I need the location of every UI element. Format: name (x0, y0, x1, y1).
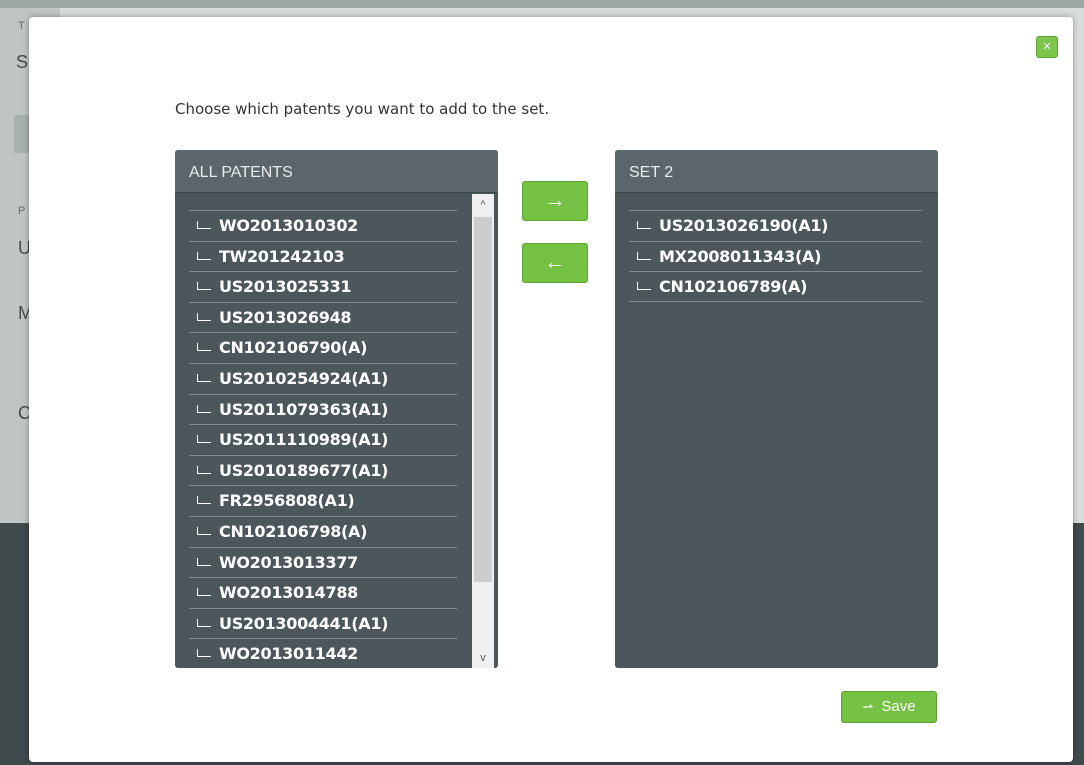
list-item-label: CN102106798(A) (219, 521, 368, 541)
background-letter: P (18, 205, 26, 217)
arrow-right-icon: → (544, 187, 566, 212)
remove-from-set-button[interactable]: ← (522, 243, 588, 283)
list-item-label: CN102106789(A) (659, 277, 808, 297)
list-item-label: US2011110989(A1) (219, 430, 389, 450)
list-item-label: US2013026948 (219, 307, 352, 327)
add-to-set-button[interactable]: → (522, 181, 588, 221)
save-button[interactable]: ⇀ Save (841, 691, 937, 723)
list-item-label: US2013004441(A1) (219, 613, 389, 633)
list-item-label: US2013025331 (219, 277, 352, 297)
list-item-label: WO2013013377 (219, 552, 358, 572)
item-handle-icon (197, 373, 211, 382)
list-item[interactable]: TW201242103 (189, 240, 457, 272)
list-item[interactable]: FR2956808(A1) (189, 485, 457, 516)
list-item-label: US2010189677(A1) (219, 460, 389, 480)
list-item[interactable]: US2013026190(A1) (629, 210, 922, 241)
all-patents-header: ALL PATENTS (175, 150, 498, 193)
item-handle-icon (197, 343, 211, 352)
list-item-label: US2010254924(A1) (219, 368, 389, 388)
background-top-strip (0, 0, 1084, 8)
arrow-left-icon: ← (544, 249, 566, 274)
item-handle-icon (197, 282, 211, 291)
list-item-label: WO2013011442 (219, 644, 358, 664)
list-item[interactable]: WO2013013377 (189, 546, 457, 578)
item-handle-icon (197, 526, 211, 535)
list-item-label: US2011079363(A1) (219, 399, 389, 419)
close-icon: × (1042, 38, 1052, 55)
list-item-label: US2013026190(A1) (659, 216, 829, 235)
save-icon: ⇀ (862, 699, 874, 714)
item-handle-icon (197, 557, 211, 566)
item-handle-icon (197, 465, 211, 474)
scroll-down-icon[interactable]: v (472, 648, 494, 668)
list-item[interactable]: WO2013010302 (189, 210, 457, 241)
item-handle-icon (197, 221, 211, 229)
background-letter: T (18, 20, 25, 32)
list-item-label: FR2956808(A1) (219, 491, 355, 511)
list-item[interactable]: US2010254924(A1) (189, 362, 457, 394)
item-handle-icon (637, 251, 651, 260)
list-item[interactable]: CN102106790(A) (189, 332, 457, 363)
set-list: SET 2 US2013026190(A1) MX2008011343(A) CN1… (615, 150, 938, 668)
list-item[interactable]: WO2013014788 (189, 577, 457, 608)
list-item-label: MX2008011343(A) (659, 246, 822, 266)
item-handle-icon (197, 251, 211, 260)
list-item-label: CN102106790(A) (219, 338, 368, 358)
list-item-label: TW201242103 (219, 246, 345, 266)
item-handle-icon (197, 435, 211, 444)
list-item-label: WO2013010302 (219, 216, 358, 235)
set-header: SET 2 (615, 150, 938, 193)
all-patents-list: ALL PATENTS WO2013010302 TW201242103 US201… (175, 150, 498, 668)
all-patents-items: WO2013010302 TW201242103 US2013025331 US201… (189, 210, 457, 668)
item-handle-icon (637, 221, 651, 229)
scroll-thumb[interactable] (474, 217, 492, 582)
add-patents-dialog: × Choose which patents you want to add t… (29, 17, 1073, 762)
item-handle-icon (197, 312, 211, 321)
set-items: US2013026190(A1) MX2008011343(A) CN1021067… (629, 210, 922, 302)
list-item[interactable]: US2013025331 (189, 271, 457, 302)
item-handle-icon (197, 588, 211, 597)
list-item[interactable]: MX2008011343(A) (629, 240, 922, 272)
scroll-up-icon[interactable]: ^ (472, 194, 494, 214)
close-button[interactable]: × (1036, 36, 1058, 58)
list-item[interactable]: CN102106798(A) (189, 515, 457, 547)
item-handle-icon (637, 282, 651, 291)
item-handle-icon (197, 496, 211, 505)
item-handle-icon (197, 404, 211, 413)
list-item[interactable]: WO2013011442 (189, 638, 457, 668)
list-item[interactable]: CN102106789(A) (629, 271, 922, 302)
item-handle-icon (197, 649, 211, 658)
background-letter: S (16, 52, 29, 72)
save-label: Save (881, 698, 916, 715)
dialog-instruction: Choose which patents you want to add to … (175, 100, 550, 118)
list-item[interactable]: US2013004441(A1) (189, 607, 457, 639)
item-handle-icon (197, 618, 211, 627)
list-item[interactable]: US2011110989(A1) (189, 424, 457, 455)
list-item-label: WO2013014788 (219, 583, 358, 603)
all-patents-scrollbar[interactable]: ^ v (472, 194, 494, 668)
list-item[interactable]: US2013026948 (189, 301, 457, 333)
list-item[interactable]: US2010189677(A1) (189, 454, 457, 486)
list-item[interactable]: US2011079363(A1) (189, 393, 457, 425)
